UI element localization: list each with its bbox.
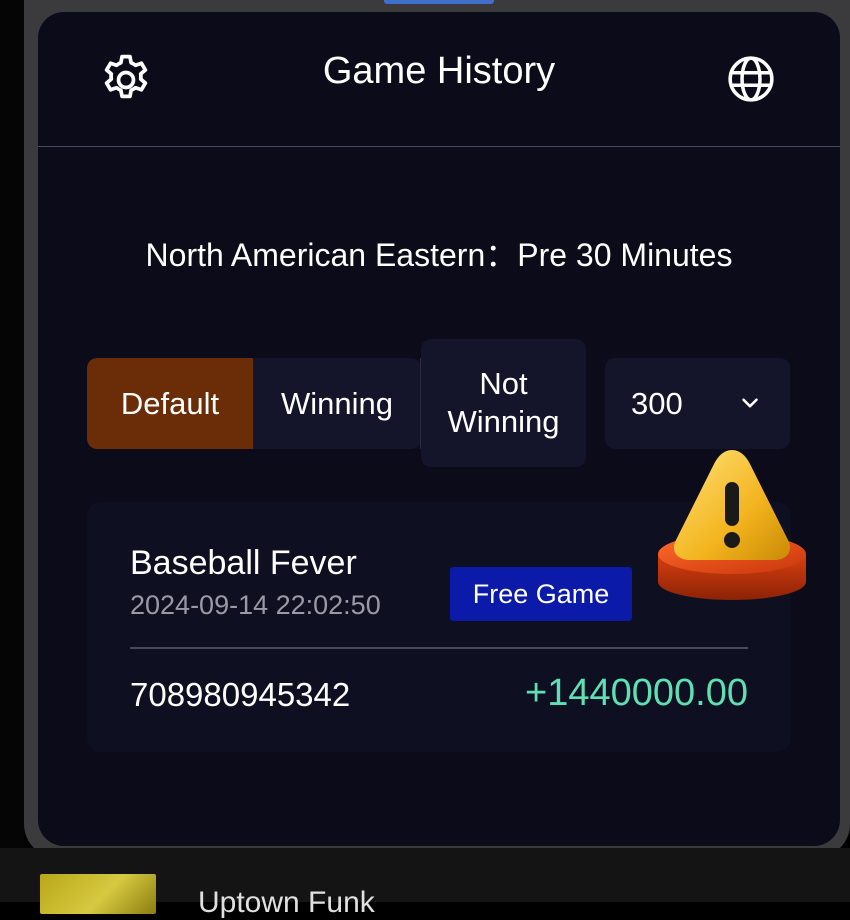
card-divider [130, 647, 748, 649]
globe-icon[interactable] [726, 54, 776, 104]
timezone-label: North American Eastern：Pre 30 Minutes [145, 237, 733, 273]
game-name: Baseball Fever [130, 544, 357, 582]
tab-not-winning-label: Not Winning [447, 366, 560, 439]
tab-winning[interactable]: Winning [253, 358, 421, 449]
game-datetime: 2024-09-14 22:02:50 [130, 590, 381, 620]
count-select[interactable]: 300 [605, 358, 790, 449]
free-game-badge: Free Game [450, 567, 632, 621]
chevron-down-icon [742, 398, 758, 408]
bottom-track-title[interactable]: Uptown Funk [198, 886, 375, 920]
page-title: Game History [322, 50, 556, 92]
order-id: 708980945342 [130, 676, 351, 713]
count-select-value: 300 [631, 386, 683, 421]
album-thumbnail[interactable] [40, 874, 156, 914]
warning-icon [658, 450, 806, 600]
tab-not-winning[interactable]: Not Winning [421, 339, 586, 467]
tab-default[interactable]: Default [87, 358, 253, 449]
win-amount: +1440000.00 [525, 672, 748, 714]
filter-segment: Default Winning [87, 358, 421, 449]
game-history-panel: Game History North American Eastern：Pre … [38, 12, 840, 846]
bottom-bar: Uptown Funk [0, 848, 850, 919]
header: Game History [38, 12, 840, 147]
top-indicator [384, 0, 494, 4]
background-strip [0, 0, 24, 848]
